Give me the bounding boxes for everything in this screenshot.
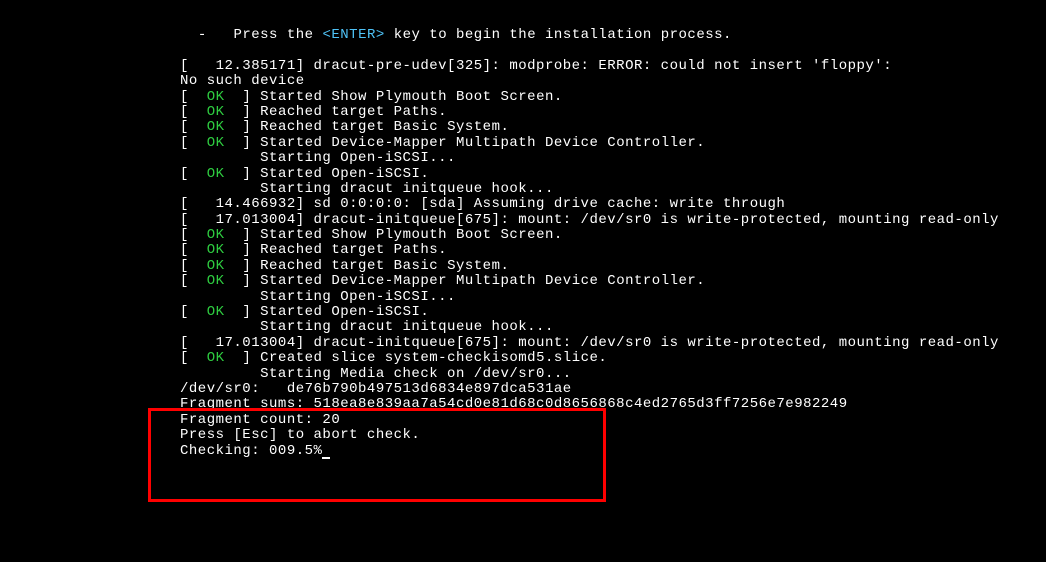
ok-status: OK xyxy=(207,166,225,182)
bracket-open: [ xyxy=(180,258,207,274)
log-line: [ OK ] Started Device-Mapper Multipath D… xyxy=(180,136,1046,151)
bracket-open: [ xyxy=(180,227,207,243)
blank-line xyxy=(180,43,1046,58)
log-message: Reached target Paths. xyxy=(260,104,447,120)
ok-status: OK xyxy=(207,273,225,289)
log-line: [ OK ] Reached target Basic System. xyxy=(180,120,1046,135)
log-line: [ 12.385171] dracut-pre-udev[325]: modpr… xyxy=(180,59,1046,74)
log-message: Started Device-Mapper Multipath Device C… xyxy=(260,135,705,151)
bracket-close: ] xyxy=(225,350,261,366)
log-message: Reached target Paths. xyxy=(260,242,447,258)
log-line: [ OK ] Reached target Paths. xyxy=(180,243,1046,258)
log-message: Started Show Plymouth Boot Screen. xyxy=(260,227,563,243)
bracket-close: ] xyxy=(225,119,261,135)
log-line: [ 17.013004] dracut-initqueue[675]: moun… xyxy=(180,213,1046,228)
bracket-close: ] xyxy=(225,227,261,243)
log-line: [ OK ] Reached target Paths. xyxy=(180,105,1046,120)
bracket-close: ] xyxy=(225,135,261,151)
ok-status: OK xyxy=(207,89,225,105)
ok-status: OK xyxy=(207,104,225,120)
bracket-open: [ xyxy=(180,119,207,135)
bracket-open: [ xyxy=(180,242,207,258)
log-line: [ OK ] Started Open-iSCSI. xyxy=(180,167,1046,182)
bracket-close: ] xyxy=(225,242,261,258)
bracket-open: [ xyxy=(180,135,207,151)
log-line: [ 14.466932] sd 0:0:0:0: [sda] Assuming … xyxy=(180,197,1046,212)
bracket-close: ] xyxy=(225,273,261,289)
log-line: Fragment sums: 518ea8e839aa7a54cd0e81d68… xyxy=(180,397,1046,412)
log-line: Starting Media check on /dev/sr0... xyxy=(180,367,1046,382)
bracket-open: [ xyxy=(180,89,207,105)
boot-log: [ 12.385171] dracut-pre-udev[325]: modpr… xyxy=(180,59,1046,459)
bracket-open: [ xyxy=(180,350,207,366)
bracket-close: ] xyxy=(225,104,261,120)
bracket-open: [ xyxy=(180,166,207,182)
ok-status: OK xyxy=(207,258,225,274)
log-line: [ OK ] Reached target Basic System. xyxy=(180,259,1046,274)
bracket-close: ] xyxy=(225,166,261,182)
log-message: Started Device-Mapper Multipath Device C… xyxy=(260,273,705,289)
bracket-open: [ xyxy=(180,104,207,120)
ok-status: OK xyxy=(207,135,225,151)
log-line: [ OK ] Started Show Plymouth Boot Screen… xyxy=(180,90,1046,105)
checking-prefix: Checking: xyxy=(180,443,269,459)
ok-status: OK xyxy=(207,350,225,366)
ok-status: OK xyxy=(207,304,225,320)
log-message: Reached target Basic System. xyxy=(260,119,509,135)
bracket-close: ] xyxy=(225,89,261,105)
log-line: Starting dracut initqueue hook... xyxy=(180,320,1046,335)
ok-status: OK xyxy=(207,119,225,135)
log-line: [ OK ] Started Open-iSCSI. xyxy=(180,305,1046,320)
log-line: No such device xyxy=(180,74,1046,89)
boot-prompt-line: - Press the <ENTER> key to begin the ins… xyxy=(180,28,1046,43)
log-line: Starting dracut initqueue hook... xyxy=(180,182,1046,197)
log-line: [ 17.013004] dracut-initqueue[675]: moun… xyxy=(180,336,1046,351)
bracket-close: ] xyxy=(225,304,261,320)
enter-key-hint: <ENTER> xyxy=(322,27,384,43)
bracket-close: ] xyxy=(225,258,261,274)
cursor xyxy=(322,457,330,459)
ok-status: OK xyxy=(207,242,225,258)
log-line: [ OK ] Started Device-Mapper Multipath D… xyxy=(180,274,1046,289)
log-line: [ OK ] Started Show Plymouth Boot Screen… xyxy=(180,228,1046,243)
checking-percent: 009.5% xyxy=(269,443,322,459)
log-line: Starting Open-iSCSI... xyxy=(180,151,1046,166)
log-line: [ OK ] Created slice system-checkisomd5.… xyxy=(180,351,1046,366)
ok-status: OK xyxy=(207,227,225,243)
log-line: /dev/sr0: de76b790b497513d6834e897dca531… xyxy=(180,382,1046,397)
log-line: Fragment count: 20 xyxy=(180,413,1046,428)
log-message: Started Show Plymouth Boot Screen. xyxy=(260,89,563,105)
log-message: Started Open-iSCSI. xyxy=(260,166,429,182)
log-line: Press [Esc] to abort check. xyxy=(180,428,1046,443)
log-message: Created slice system-checkisomd5.slice. xyxy=(260,350,607,366)
bracket-open: [ xyxy=(180,273,207,289)
bracket-open: [ xyxy=(180,304,207,320)
log-message: Reached target Basic System. xyxy=(260,258,509,274)
log-line: Checking: 009.5% xyxy=(180,444,1046,459)
log-message: Started Open-iSCSI. xyxy=(260,304,429,320)
log-line: Starting Open-iSCSI... xyxy=(180,290,1046,305)
